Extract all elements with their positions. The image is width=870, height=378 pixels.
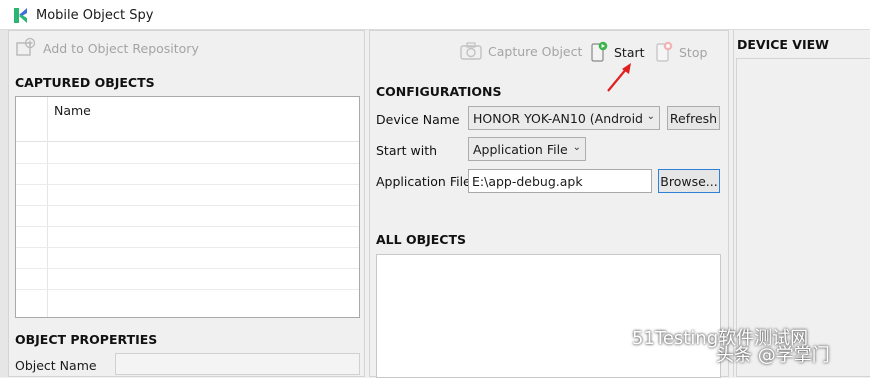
background-window-edge xyxy=(0,30,8,377)
chevron-down-icon: ⌄ xyxy=(572,142,581,153)
column-divider xyxy=(47,97,48,317)
stop-device-icon xyxy=(656,41,673,62)
title-bar: Mobile Object Spy xyxy=(0,0,870,30)
table-row[interactable] xyxy=(16,268,359,269)
table-row[interactable] xyxy=(16,163,359,164)
app-logo-icon xyxy=(12,7,29,24)
column-header-name[interactable]: Name xyxy=(54,103,91,118)
configurations-title: CONFIGURATIONS xyxy=(376,84,502,99)
chevron-down-icon: ⌄ xyxy=(646,111,655,122)
browse-button[interactable]: Browse... xyxy=(658,169,720,193)
object-name-label: Object Name xyxy=(15,358,97,373)
stop-button[interactable]: Stop xyxy=(655,41,707,63)
stop-label: Stop xyxy=(679,44,708,60)
add-to-object-repository-button[interactable]: Add to Object Repository xyxy=(15,37,199,59)
captured-objects-table[interactable]: Name xyxy=(15,96,360,318)
application-file-label: Application File xyxy=(376,174,471,189)
device-name-label: Device Name xyxy=(376,112,460,127)
table-row[interactable] xyxy=(16,289,359,290)
add-to-repository-icon xyxy=(16,37,36,56)
device-view-title: DEVICE VIEW xyxy=(737,37,829,52)
object-properties-title: OBJECT PROPERTIES xyxy=(15,332,158,347)
start-label: Start xyxy=(614,44,645,60)
device-name-dropdown[interactable]: HONOR YOK-AN10 (Android ⌄ xyxy=(468,106,660,130)
application-file-input[interactable]: E:\app-debug.apk xyxy=(468,169,652,193)
table-row[interactable] xyxy=(16,205,359,206)
start-with-dropdown[interactable]: Application File ⌄ xyxy=(468,137,586,161)
device-name-value: HONOR YOK-AN10 (Android xyxy=(473,111,643,126)
start-with-value: Application File xyxy=(473,142,568,157)
watermark-secondary: 头条 @学掌门 xyxy=(716,345,830,366)
add-to-repository-label: Add to Object Repository xyxy=(43,40,199,56)
table-row[interactable] xyxy=(16,184,359,185)
captured-objects-title: CAPTURED OBJECTS xyxy=(15,75,155,90)
object-name-field[interactable] xyxy=(115,353,360,375)
wechat-logo-icon xyxy=(598,326,627,347)
table-row[interactable] xyxy=(16,247,359,248)
start-with-label: Start with xyxy=(376,143,438,158)
captured-objects-panel: Add to Object Repository CAPTURED OBJECT… xyxy=(8,30,365,377)
camera-icon xyxy=(460,42,482,60)
all-objects-title: ALL OBJECTS xyxy=(376,232,467,247)
capture-object-label: Capture Object xyxy=(488,43,583,59)
table-header: Name xyxy=(16,97,359,142)
capture-object-button[interactable]: Capture Object xyxy=(460,42,582,60)
annotation-arrow xyxy=(607,63,631,92)
all-objects-tree[interactable] xyxy=(376,254,721,378)
window-title: Mobile Object Spy xyxy=(36,8,154,23)
refresh-button[interactable]: Refresh xyxy=(667,106,720,130)
table-row[interactable] xyxy=(16,226,359,227)
